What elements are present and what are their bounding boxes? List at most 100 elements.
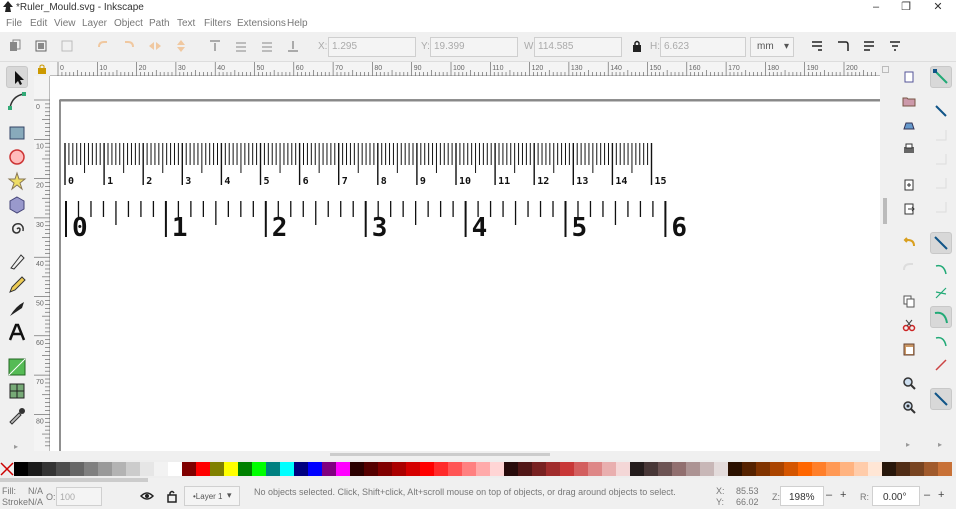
open-folder-icon[interactable] (902, 94, 916, 108)
color-swatch[interactable] (406, 462, 420, 476)
menu-file[interactable]: File (6, 18, 22, 29)
color-swatch[interactable] (70, 462, 84, 476)
lower-to-bottom-icon[interactable] (286, 39, 300, 53)
color-swatch[interactable] (868, 462, 882, 476)
color-swatch[interactable] (126, 462, 140, 476)
color-swatch[interactable] (476, 462, 490, 476)
flip-vertical-icon[interactable] (174, 39, 188, 53)
cut-icon[interactable] (902, 318, 916, 332)
scale-corners-icon[interactable] (836, 39, 850, 53)
color-swatch[interactable] (700, 462, 714, 476)
color-swatch[interactable] (196, 462, 210, 476)
rectangle-tool[interactable] (6, 122, 28, 144)
color-swatch[interactable] (686, 462, 700, 476)
paste-icon[interactable] (902, 342, 916, 356)
layer-select[interactable]: •Layer 1 ▾ (184, 486, 240, 506)
deselect-icon[interactable] (60, 39, 74, 53)
color-swatch[interactable] (84, 462, 98, 476)
pen-tool[interactable] (6, 250, 28, 272)
color-swatch[interactable] (392, 462, 406, 476)
flip-horizontal-icon[interactable] (148, 39, 162, 53)
spiral-tool[interactable] (6, 218, 28, 240)
color-swatch[interactable] (238, 462, 252, 476)
color-swatch[interactable] (308, 462, 322, 476)
color-swatch[interactable] (658, 462, 672, 476)
menu-help[interactable]: Help (287, 18, 308, 29)
color-swatch[interactable] (364, 462, 378, 476)
3d-box-tool[interactable] (6, 194, 28, 216)
color-swatch[interactable] (756, 462, 770, 476)
menu-filters[interactable]: Filters (204, 18, 231, 29)
zoom-out-button[interactable]: – (826, 489, 832, 501)
export-icon[interactable] (902, 202, 916, 216)
color-swatch[interactable] (742, 462, 756, 476)
color-swatch[interactable] (210, 462, 224, 476)
color-swatch[interactable] (252, 462, 266, 476)
color-swatch[interactable] (350, 462, 364, 476)
menu-edit[interactable]: Edit (30, 18, 47, 29)
scroll-up-button[interactable] (882, 66, 889, 73)
import-icon[interactable] (902, 178, 916, 192)
color-swatch[interactable] (266, 462, 280, 476)
snap-bbox-center-icon[interactable] (934, 200, 948, 214)
snap-bbox-corner-icon[interactable] (934, 152, 948, 166)
color-swatch[interactable] (630, 462, 644, 476)
unit-select[interactable]: mm ▾ (750, 37, 794, 57)
color-swatch[interactable] (336, 462, 350, 476)
color-swatch[interactable] (532, 462, 546, 476)
guide-lock-icon[interactable] (37, 64, 47, 74)
color-swatch[interactable] (322, 462, 336, 476)
selector-tool[interactable] (6, 66, 28, 88)
raise-to-top-icon[interactable] (208, 39, 222, 53)
color-swatch[interactable] (448, 462, 462, 476)
move-patterns-icon[interactable] (888, 39, 902, 53)
color-swatch[interactable] (546, 462, 560, 476)
color-swatch[interactable] (560, 462, 574, 476)
save-icon[interactable] (902, 118, 916, 132)
stroke-value[interactable]: N/A (28, 497, 43, 507)
color-swatch[interactable] (602, 462, 616, 476)
select-all-icon[interactable] (8, 39, 22, 53)
color-swatch[interactable] (182, 462, 196, 476)
copy-icon[interactable] (902, 294, 916, 308)
horizontal-scrollbar[interactable] (50, 451, 880, 459)
color-swatch[interactable] (644, 462, 658, 476)
color-swatch[interactable] (616, 462, 630, 476)
new-document-icon[interactable] (902, 70, 916, 84)
mesh-tool[interactable] (6, 380, 28, 402)
vertical-ruler[interactable]: 0 10 20 30 40 50 60 70 80 (34, 76, 50, 451)
color-swatch[interactable] (294, 462, 308, 476)
rotate-cw-button[interactable]: + (938, 489, 944, 501)
rotate-ccw-icon[interactable] (96, 39, 110, 53)
menu-view[interactable]: View (54, 18, 76, 29)
color-swatch[interactable] (938, 462, 952, 476)
minimize-button[interactable]: – (862, 0, 890, 16)
vertical-scrollbar[interactable] (880, 62, 890, 457)
scale-stroke-icon[interactable] (810, 39, 824, 53)
toolbox-more-icon[interactable]: ▸ (14, 442, 18, 451)
snap-object-midpoint-icon[interactable] (934, 358, 948, 372)
snap-more-icon[interactable]: ▸ (938, 440, 942, 449)
color-swatch[interactable] (490, 462, 504, 476)
move-gradients-icon[interactable] (862, 39, 876, 53)
color-swatch[interactable] (224, 462, 238, 476)
eye-icon[interactable] (140, 489, 154, 503)
menu-extensions[interactable]: Extensions (237, 18, 286, 29)
color-swatch[interactable] (280, 462, 294, 476)
color-swatch[interactable] (784, 462, 798, 476)
snap-nodes-button[interactable] (930, 232, 952, 254)
color-swatch[interactable] (826, 462, 840, 476)
color-swatch[interactable] (518, 462, 532, 476)
zoom-field[interactable]: 198% (780, 486, 824, 506)
color-swatch[interactable] (896, 462, 910, 476)
snap-smooth-button[interactable] (930, 306, 952, 328)
snap-bbox-edge-icon[interactable] (934, 128, 948, 142)
pencil-tool[interactable] (6, 274, 28, 296)
lower-icon[interactable] (260, 39, 274, 53)
calligraphy-tool[interactable] (6, 298, 28, 320)
snap-midpoint-icon[interactable] (934, 334, 948, 348)
color-swatch[interactable] (672, 462, 686, 476)
color-swatch[interactable] (588, 462, 602, 476)
snap-intersection-icon[interactable] (934, 286, 948, 300)
node-tool[interactable] (6, 90, 28, 112)
